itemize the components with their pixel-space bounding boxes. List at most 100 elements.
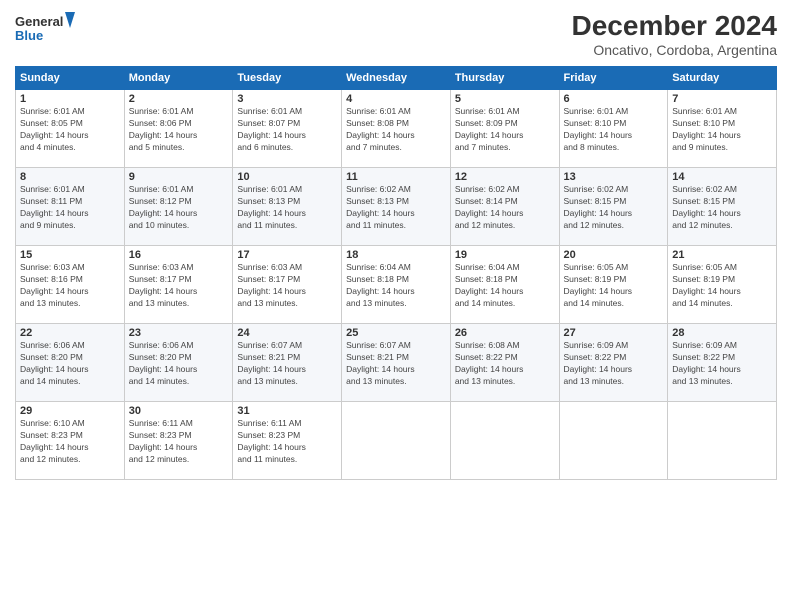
daylight-label: Daylight: 14 hours xyxy=(455,286,524,296)
sunset-label: Sunset: 8:18 PM xyxy=(346,274,409,284)
calendar-header-sunday: Sunday xyxy=(16,67,125,90)
day-info: Sunrise: 6:07 AM Sunset: 8:21 PM Dayligh… xyxy=(346,340,446,388)
calendar-cell xyxy=(450,402,559,480)
calendar-cell: 29 Sunrise: 6:10 AM Sunset: 8:23 PM Dayl… xyxy=(16,402,125,480)
sunrise-label: Sunrise: 6:01 AM xyxy=(237,184,302,194)
sunrise-label: Sunrise: 6:11 AM xyxy=(129,418,193,428)
calendar-cell: 13 Sunrise: 6:02 AM Sunset: 8:15 PM Dayl… xyxy=(559,168,668,246)
sunrise-label: Sunrise: 6:10 AM xyxy=(20,418,85,428)
sunrise-label: Sunrise: 6:05 AM xyxy=(564,262,629,272)
day-info: Sunrise: 6:01 AM Sunset: 8:07 PM Dayligh… xyxy=(237,106,337,154)
page: General Blue December 2024 Oncativo, Cor… xyxy=(0,0,792,612)
sunset-label: Sunset: 8:13 PM xyxy=(346,196,409,206)
daylight-label: Daylight: 14 hours xyxy=(20,286,89,296)
day-info: Sunrise: 6:01 AM Sunset: 8:11 PM Dayligh… xyxy=(20,184,120,232)
sunrise-label: Sunrise: 6:02 AM xyxy=(455,184,520,194)
calendar-header-wednesday: Wednesday xyxy=(342,67,451,90)
calendar-week-row: 22 Sunrise: 6:06 AM Sunset: 8:20 PM Dayl… xyxy=(16,324,777,402)
sunset-label: Sunset: 8:20 PM xyxy=(20,352,83,362)
svg-text:Blue: Blue xyxy=(15,28,43,43)
daylight-label: Daylight: 14 hours xyxy=(564,286,633,296)
sunrise-label: Sunrise: 6:01 AM xyxy=(672,106,737,116)
day-number: 3 xyxy=(237,93,337,105)
calendar-cell: 30 Sunrise: 6:11 AM Sunset: 8:23 PM Dayl… xyxy=(124,402,233,480)
calendar-cell: 23 Sunrise: 6:06 AM Sunset: 8:20 PM Dayl… xyxy=(124,324,233,402)
day-number: 22 xyxy=(20,327,120,339)
daylight-label: Daylight: 14 hours xyxy=(237,130,306,140)
sunset-label: Sunset: 8:17 PM xyxy=(129,274,192,284)
sunset-label: Sunset: 8:17 PM xyxy=(237,274,300,284)
calendar-week-row: 29 Sunrise: 6:10 AM Sunset: 8:23 PM Dayl… xyxy=(16,402,777,480)
sunrise-label: Sunrise: 6:11 AM xyxy=(237,418,301,428)
day-number: 8 xyxy=(20,171,120,183)
sunrise-label: Sunrise: 6:07 AM xyxy=(237,340,302,350)
daylight-minutes: and 9 minutes. xyxy=(20,220,76,230)
calendar-header-tuesday: Tuesday xyxy=(233,67,342,90)
calendar-cell: 17 Sunrise: 6:03 AM Sunset: 8:17 PM Dayl… xyxy=(233,246,342,324)
day-number: 15 xyxy=(20,249,120,261)
daylight-label: Daylight: 14 hours xyxy=(237,364,306,374)
sunrise-label: Sunrise: 6:01 AM xyxy=(129,106,194,116)
calendar-cell: 16 Sunrise: 6:03 AM Sunset: 8:17 PM Dayl… xyxy=(124,246,233,324)
daylight-minutes: and 12 minutes. xyxy=(129,454,189,464)
day-info: Sunrise: 6:01 AM Sunset: 8:06 PM Dayligh… xyxy=(129,106,229,154)
day-number: 12 xyxy=(455,171,555,183)
daylight-minutes: and 13 minutes. xyxy=(237,298,297,308)
daylight-minutes: and 14 minutes. xyxy=(129,376,189,386)
svg-text:General: General xyxy=(15,14,63,29)
sunrise-label: Sunrise: 6:04 AM xyxy=(455,262,520,272)
sunrise-label: Sunrise: 6:06 AM xyxy=(20,340,85,350)
sunset-label: Sunset: 8:05 PM xyxy=(20,118,83,128)
day-number: 28 xyxy=(672,327,772,339)
daylight-minutes: and 11 minutes. xyxy=(346,220,406,230)
calendar-cell: 2 Sunrise: 6:01 AM Sunset: 8:06 PM Dayli… xyxy=(124,90,233,168)
day-info: Sunrise: 6:01 AM Sunset: 8:12 PM Dayligh… xyxy=(129,184,229,232)
daylight-minutes: and 13 minutes. xyxy=(237,376,297,386)
calendar-table: SundayMondayTuesdayWednesdayThursdayFrid… xyxy=(15,66,777,480)
day-info: Sunrise: 6:02 AM Sunset: 8:15 PM Dayligh… xyxy=(672,184,772,232)
daylight-minutes: and 13 minutes. xyxy=(129,298,189,308)
day-info: Sunrise: 6:03 AM Sunset: 8:17 PM Dayligh… xyxy=(129,262,229,310)
day-number: 2 xyxy=(129,93,229,105)
daylight-label: Daylight: 14 hours xyxy=(237,442,306,452)
day-number: 10 xyxy=(237,171,337,183)
sunset-label: Sunset: 8:19 PM xyxy=(672,274,735,284)
calendar-cell: 20 Sunrise: 6:05 AM Sunset: 8:19 PM Dayl… xyxy=(559,246,668,324)
day-number: 5 xyxy=(455,93,555,105)
daylight-minutes: and 11 minutes. xyxy=(237,454,297,464)
daylight-minutes: and 13 minutes. xyxy=(346,298,406,308)
daylight-label: Daylight: 14 hours xyxy=(129,442,198,452)
day-info: Sunrise: 6:01 AM Sunset: 8:09 PM Dayligh… xyxy=(455,106,555,154)
daylight-minutes: and 13 minutes. xyxy=(20,298,80,308)
sunset-label: Sunset: 8:15 PM xyxy=(672,196,735,206)
day-number: 19 xyxy=(455,249,555,261)
daylight-minutes: and 13 minutes. xyxy=(672,376,732,386)
sunrise-label: Sunrise: 6:02 AM xyxy=(672,184,737,194)
daylight-label: Daylight: 14 hours xyxy=(564,208,633,218)
daylight-label: Daylight: 14 hours xyxy=(20,130,89,140)
calendar-header-friday: Friday xyxy=(559,67,668,90)
calendar-cell: 10 Sunrise: 6:01 AM Sunset: 8:13 PM Dayl… xyxy=(233,168,342,246)
day-number: 29 xyxy=(20,405,120,417)
day-info: Sunrise: 6:01 AM Sunset: 8:05 PM Dayligh… xyxy=(20,106,120,154)
sunrise-label: Sunrise: 6:01 AM xyxy=(455,106,520,116)
daylight-label: Daylight: 14 hours xyxy=(237,286,306,296)
sunset-label: Sunset: 8:14 PM xyxy=(455,196,518,206)
daylight-label: Daylight: 14 hours xyxy=(564,130,633,140)
calendar-cell: 8 Sunrise: 6:01 AM Sunset: 8:11 PM Dayli… xyxy=(16,168,125,246)
sunset-label: Sunset: 8:09 PM xyxy=(455,118,518,128)
day-info: Sunrise: 6:02 AM Sunset: 8:15 PM Dayligh… xyxy=(564,184,664,232)
calendar-cell xyxy=(559,402,668,480)
calendar-cell: 15 Sunrise: 6:03 AM Sunset: 8:16 PM Dayl… xyxy=(16,246,125,324)
day-info: Sunrise: 6:01 AM Sunset: 8:13 PM Dayligh… xyxy=(237,184,337,232)
daylight-minutes: and 4 minutes. xyxy=(20,142,76,152)
calendar-cell: 7 Sunrise: 6:01 AM Sunset: 8:10 PM Dayli… xyxy=(668,90,777,168)
sunset-label: Sunset: 8:23 PM xyxy=(129,430,192,440)
daylight-label: Daylight: 14 hours xyxy=(129,364,198,374)
day-number: 20 xyxy=(564,249,664,261)
sunrise-label: Sunrise: 6:07 AM xyxy=(346,340,411,350)
sunrise-label: Sunrise: 6:01 AM xyxy=(20,106,85,116)
sunset-label: Sunset: 8:23 PM xyxy=(20,430,83,440)
calendar-cell: 9 Sunrise: 6:01 AM Sunset: 8:12 PM Dayli… xyxy=(124,168,233,246)
calendar-cell: 14 Sunrise: 6:02 AM Sunset: 8:15 PM Dayl… xyxy=(668,168,777,246)
